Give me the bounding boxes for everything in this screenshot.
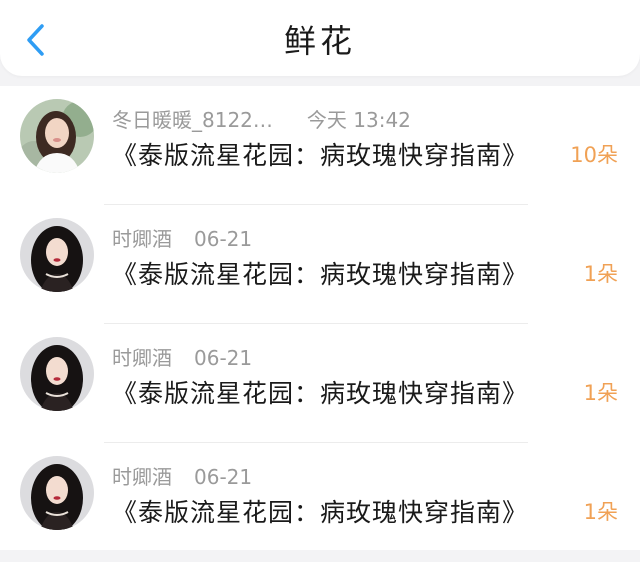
- avatar[interactable]: [20, 456, 94, 530]
- list-item[interactable]: 冬日暖暖_8122… 今天 13:42 《泰版流星花园：病玫瑰快穿指南》 10朵: [0, 86, 640, 205]
- page-title: 鲜花: [283, 22, 356, 60]
- avatar[interactable]: [20, 218, 94, 292]
- book-title[interactable]: 《泰版流星花园：病玫瑰快穿指南》: [112, 493, 528, 529]
- avatar[interactable]: [20, 99, 94, 173]
- flower-count: 10朵: [570, 143, 618, 167]
- username[interactable]: 冬日暖暖_8122…: [112, 108, 273, 132]
- gift-meta: 时卿酒 06-21: [112, 342, 252, 371]
- flower-count: 1朵: [583, 381, 618, 405]
- flower-count: 1朵: [583, 500, 618, 524]
- timestamp: 今天 13:42: [306, 108, 411, 132]
- flower-gift-list: 冬日暖暖_8122… 今天 13:42 《泰版流星花园：病玫瑰快穿指南》 10朵 …: [0, 86, 640, 550]
- list-item[interactable]: 时卿酒 06-21 《泰版流星花园：病玫瑰快穿指南》 1朵: [0, 205, 640, 324]
- avatar[interactable]: [20, 337, 94, 411]
- flower-count: 1朵: [583, 262, 618, 286]
- username[interactable]: 时卿酒: [112, 227, 172, 251]
- gift-meta: 时卿酒 06-21: [112, 223, 252, 252]
- book-title[interactable]: 《泰版流星花园：病玫瑰快穿指南》: [112, 136, 528, 172]
- username[interactable]: 时卿酒: [112, 346, 172, 370]
- gift-meta: 冬日暖暖_8122… 今天 13:42: [112, 104, 411, 133]
- timestamp: 06-21: [194, 227, 253, 251]
- username[interactable]: 时卿酒: [112, 465, 172, 489]
- list-item[interactable]: 时卿酒 06-21 《泰版流星花园：病玫瑰快穿指南》 1朵: [0, 324, 640, 443]
- book-title[interactable]: 《泰版流星花园：病玫瑰快穿指南》: [112, 374, 528, 410]
- timestamp: 06-21: [194, 465, 253, 489]
- list-item[interactable]: 时卿酒 06-21 《泰版流星花园：病玫瑰快穿指南》 1朵: [0, 443, 640, 562]
- book-title[interactable]: 《泰版流星花园：病玫瑰快穿指南》: [112, 255, 528, 291]
- gift-meta: 时卿酒 06-21: [112, 461, 252, 490]
- timestamp: 06-21: [194, 346, 253, 370]
- top-bar: 鲜花: [0, 0, 640, 76]
